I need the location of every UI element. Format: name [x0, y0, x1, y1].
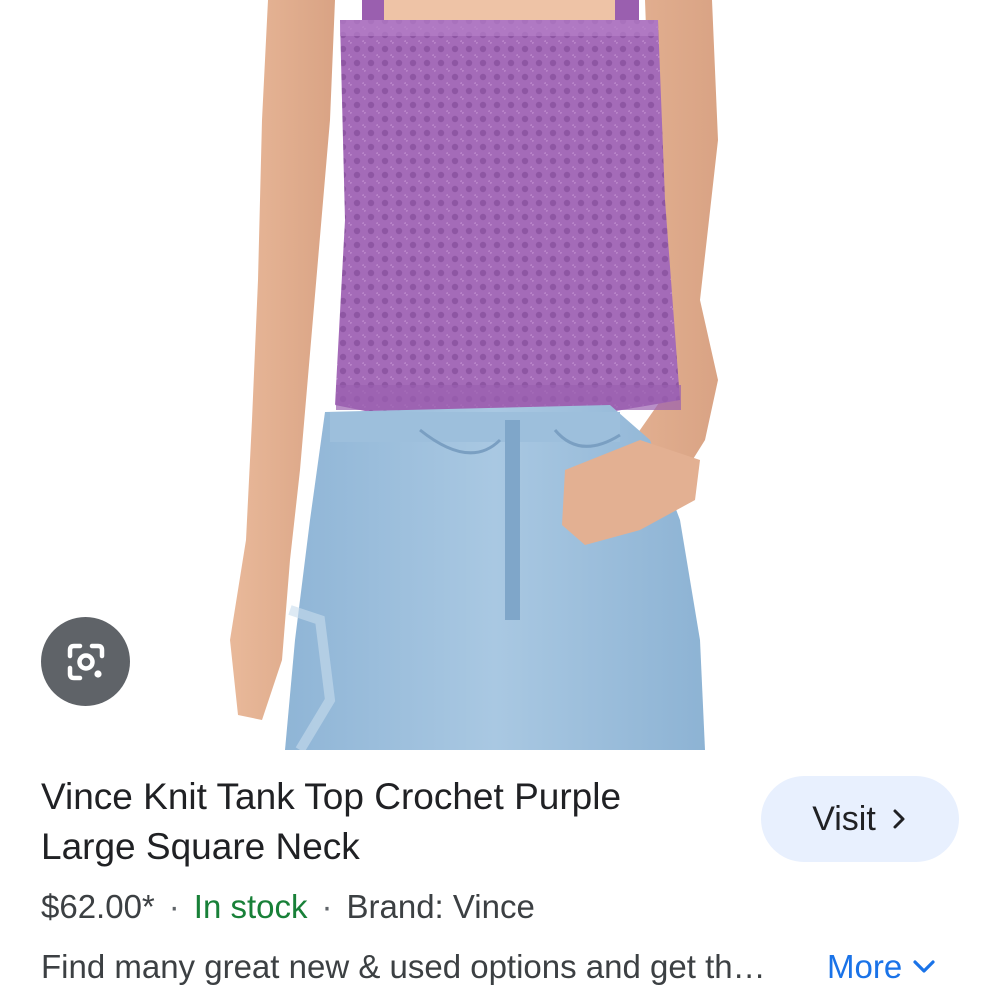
product-meta: $62.00* · In stock · Brand: Vince — [41, 888, 535, 926]
google-lens-icon — [67, 643, 104, 680]
product-image[interactable] — [0, 0, 1000, 750]
description-row: Find many great new & used options and g… — [41, 948, 971, 986]
more-button[interactable]: More — [827, 948, 936, 986]
more-label: More — [827, 948, 903, 985]
product-description: Find many great new & used options and g… — [41, 948, 766, 985]
separator: · — [321, 888, 333, 925]
product-title[interactable]: Vince Knit Tank Top Crochet Purple Large… — [41, 772, 721, 872]
chevron-down-icon — [913, 960, 935, 973]
price: $62.00* — [41, 888, 155, 925]
visit-label: Visit — [812, 799, 876, 838]
google-lens-button[interactable] — [41, 617, 130, 706]
brand: Brand: Vince — [346, 888, 535, 925]
chevron-right-icon — [893, 809, 905, 829]
separator: · — [168, 888, 180, 925]
visit-button[interactable]: Visit — [761, 776, 959, 862]
product-photo — [230, 0, 718, 750]
stock-status: In stock — [193, 888, 308, 925]
